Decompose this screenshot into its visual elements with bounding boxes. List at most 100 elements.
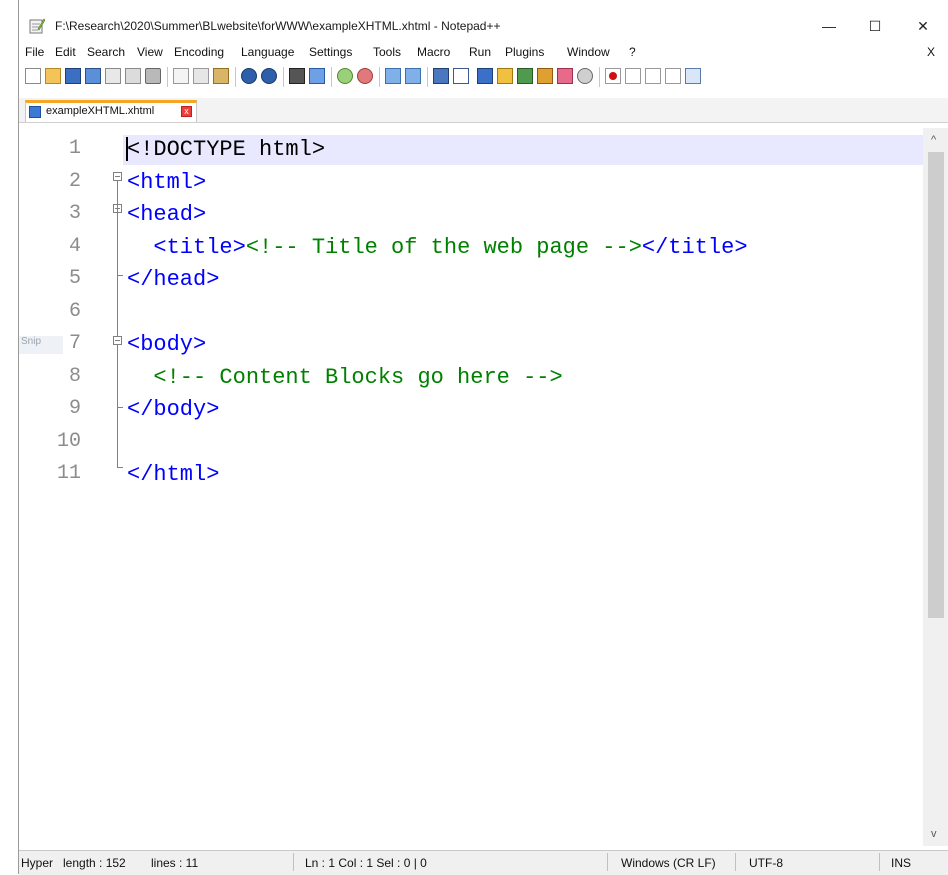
- record-macro-icon[interactable]: [605, 68, 621, 84]
- menu-view[interactable]: View: [137, 45, 163, 59]
- code-line[interactable]: 6: [19, 297, 923, 329]
- run-macro-multiple-icon[interactable]: [665, 68, 681, 84]
- status-eol[interactable]: Windows (CR LF): [621, 856, 716, 870]
- minimize-icon: —: [822, 18, 836, 34]
- saved-file-icon: [29, 106, 41, 118]
- code-text: <!-- Content Blocks go here -->: [127, 364, 563, 390]
- menu-settings[interactable]: Settings: [309, 45, 352, 59]
- undo-icon[interactable]: [241, 68, 257, 84]
- line-number: 11: [56, 462, 81, 485]
- save-all-icon[interactable]: [85, 68, 101, 84]
- code-tag: </title>: [641, 234, 748, 260]
- sync-vertical-icon[interactable]: [385, 68, 401, 84]
- monitoring-icon[interactable]: [577, 68, 593, 84]
- tab-examplexhtml[interactable]: exampleXHTML.xhtml x: [25, 100, 197, 122]
- paste-icon[interactable]: [213, 68, 229, 84]
- menu-tools[interactable]: Tools: [373, 45, 401, 59]
- cut-icon[interactable]: [173, 68, 189, 84]
- print-icon[interactable]: [145, 68, 161, 84]
- code-text: <body>: [127, 332, 206, 357]
- vertical-scrollbar[interactable]: ^ v: [923, 128, 948, 846]
- code-line[interactable]: 1 <!DOCTYPE html>: [19, 134, 923, 166]
- minimize-button[interactable]: —: [809, 14, 849, 38]
- notepadpp-window: F:\Research\2020\Summer\BLwebsite\forWWW…: [18, 0, 948, 875]
- code-line[interactable]: 11 </html>: [19, 459, 923, 491]
- code-text: <title><!-- Title of the web page --></t…: [127, 234, 748, 260]
- status-insert-mode[interactable]: INS: [891, 856, 911, 870]
- indent-guide-icon[interactable]: [477, 68, 493, 84]
- save-icon[interactable]: [65, 68, 81, 84]
- code-text: <head>: [127, 202, 206, 227]
- sync-horizontal-icon[interactable]: [405, 68, 421, 84]
- menu-run[interactable]: Run: [469, 45, 491, 59]
- menu-bar: File Edit Search View Encoding Language …: [19, 42, 948, 62]
- editor-area[interactable]: Snip 1 <!DOCTYPE html> 2 <html> 3 <head> 4 <ti…: [19, 128, 948, 846]
- status-separator: [293, 853, 294, 871]
- status-bar: Hyper length : 152 lines : 11 Ln : 1 Col…: [19, 850, 948, 875]
- notepadpp-app-icon[interactable]: [29, 18, 45, 34]
- tab-close-icon[interactable]: x: [181, 106, 192, 117]
- line-number: 4: [68, 234, 81, 258]
- status-length: length : 152: [63, 856, 126, 870]
- code-plain: <!DOCTYPE html>: [127, 137, 326, 162]
- code-line[interactable]: 7 <body>: [19, 329, 923, 361]
- menu-language[interactable]: Language: [241, 45, 294, 59]
- toolbar-separator: [283, 67, 284, 87]
- copy-icon[interactable]: [193, 68, 209, 84]
- word-wrap-icon[interactable]: [433, 68, 449, 84]
- menu-search[interactable]: Search: [87, 45, 125, 59]
- doc-map-icon[interactable]: [517, 68, 533, 84]
- code-comment: <!-- Content Blocks go here -->: [127, 364, 563, 390]
- scroll-up-icon[interactable]: ^: [931, 134, 936, 146]
- toolbar-separator: [379, 67, 380, 87]
- code-line[interactable]: 5 </head>: [19, 264, 923, 296]
- code-text: </head>: [127, 267, 219, 292]
- new-file-icon[interactable]: [25, 68, 41, 84]
- toolbar-separator: [599, 67, 600, 87]
- code-line[interactable]: 4 <title><!-- Title of the web page --><…: [19, 232, 923, 264]
- code-line[interactable]: 10: [19, 427, 923, 459]
- maximize-button[interactable]: ☐: [855, 14, 895, 38]
- replace-icon[interactable]: [309, 68, 325, 84]
- code-tag: <html>: [127, 169, 207, 195]
- save-macro-icon[interactable]: [685, 68, 701, 84]
- menu-file[interactable]: File: [25, 45, 44, 59]
- close-all-icon[interactable]: [125, 68, 141, 84]
- user-language-icon[interactable]: [497, 68, 513, 84]
- menu-macro[interactable]: Macro: [417, 45, 450, 59]
- zoom-out-icon[interactable]: [357, 68, 373, 84]
- scroll-down-icon[interactable]: v: [931, 828, 937, 840]
- folder-workspace-icon[interactable]: [557, 68, 573, 84]
- close-icon[interactable]: [105, 68, 121, 84]
- open-file-icon[interactable]: [45, 68, 61, 84]
- toolbar-separator: [427, 67, 428, 87]
- menu-encoding[interactable]: Encoding: [174, 45, 224, 59]
- find-icon[interactable]: [289, 68, 305, 84]
- play-macro-icon[interactable]: [645, 68, 661, 84]
- status-lines: lines : 11: [151, 856, 199, 870]
- function-list-icon[interactable]: [537, 68, 553, 84]
- menu-plugins[interactable]: Plugins: [505, 45, 544, 59]
- scrollbar-thumb[interactable]: [928, 152, 944, 618]
- code-line[interactable]: 8 <!-- Content Blocks go here -->: [19, 362, 923, 394]
- stop-macro-icon[interactable]: [625, 68, 641, 84]
- code-tag: <body>: [127, 332, 207, 357]
- code-line[interactable]: 2 <html>: [19, 167, 923, 199]
- menu-help[interactable]: ?: [629, 45, 636, 59]
- menu-edit[interactable]: Edit: [55, 45, 76, 59]
- close-window-button[interactable]: ✕: [903, 14, 943, 38]
- zoom-in-icon[interactable]: [337, 68, 353, 84]
- show-all-chars-icon[interactable]: [453, 68, 469, 84]
- code-text: </html>: [127, 462, 219, 487]
- toolbar-separator: [235, 67, 236, 87]
- code-line[interactable]: 3 <head>: [19, 199, 923, 231]
- title-bar[interactable]: F:\Research\2020\Summer\BLwebsite\forWWW…: [19, 12, 948, 40]
- menu-window[interactable]: Window: [567, 45, 610, 59]
- redo-icon[interactable]: [261, 68, 277, 84]
- code-text: <!DOCTYPE html>: [127, 137, 325, 162]
- code-tag: <head>: [127, 202, 207, 227]
- menu-close-document[interactable]: X: [927, 45, 935, 59]
- toolbar-separator: [167, 67, 168, 87]
- code-line[interactable]: 9 </body>: [19, 394, 923, 426]
- status-encoding[interactable]: UTF-8: [749, 856, 783, 870]
